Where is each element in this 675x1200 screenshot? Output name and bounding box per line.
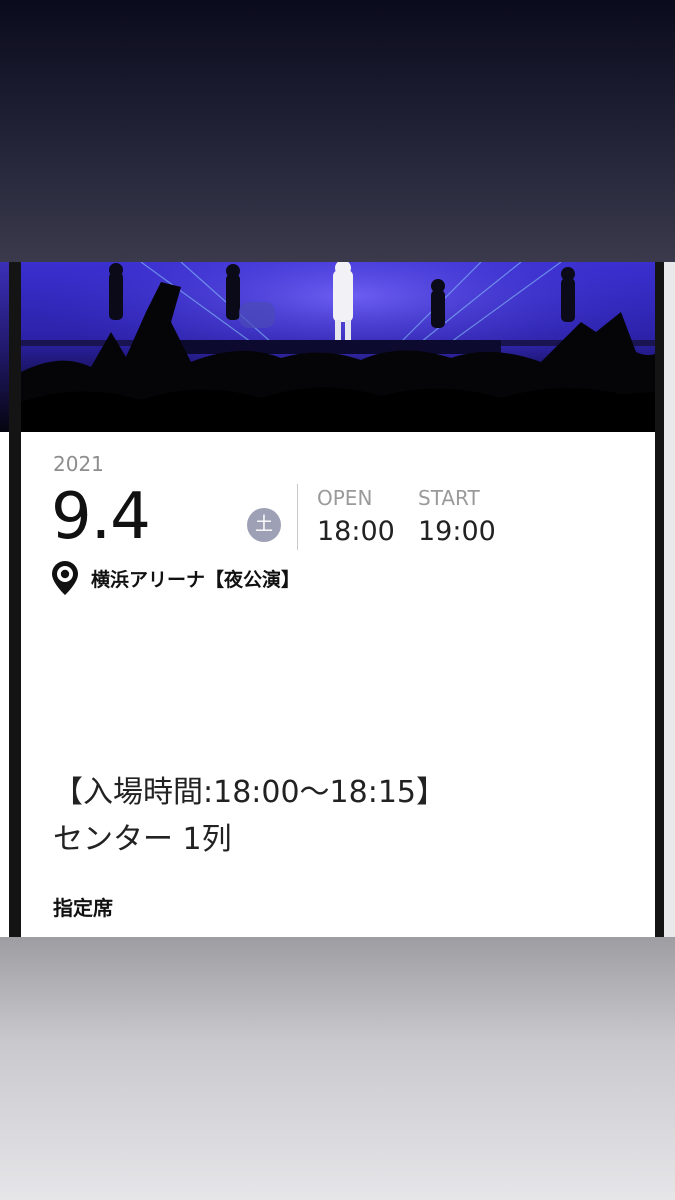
previous-card-peek[interactable] — [0, 262, 9, 432]
seat-type: 指定席 — [53, 896, 113, 920]
start-time: 19:00 — [418, 516, 496, 547]
weekday-badge: 土 — [247, 508, 281, 542]
background-top — [0, 0, 675, 262]
concert-photo — [21, 262, 655, 432]
event-date: 9.4 — [51, 480, 151, 554]
event-year: 2021 — [53, 452, 104, 476]
venue-row[interactable]: 横浜アリーナ【夜公演】 — [51, 560, 300, 596]
open-label: OPEN — [317, 486, 373, 510]
location-pin-icon — [52, 561, 78, 595]
background-bottom — [0, 937, 675, 1200]
previous-card-peek-body[interactable] — [0, 432, 9, 937]
time-divider — [297, 484, 298, 550]
entry-time: 【入場時間:18:00〜18:15】 — [53, 775, 447, 810]
venue-name: 横浜アリーナ【夜公演】 — [91, 568, 301, 591]
start-label: START — [418, 486, 480, 510]
open-time: 18:00 — [317, 516, 395, 547]
next-card-peek[interactable] — [664, 262, 675, 937]
ticket-card[interactable]: 2021 9.4 土 OPEN 18:00 START 19:00 横浜アリーナ… — [21, 262, 655, 937]
seat-position: センター 1列 — [53, 822, 232, 857]
